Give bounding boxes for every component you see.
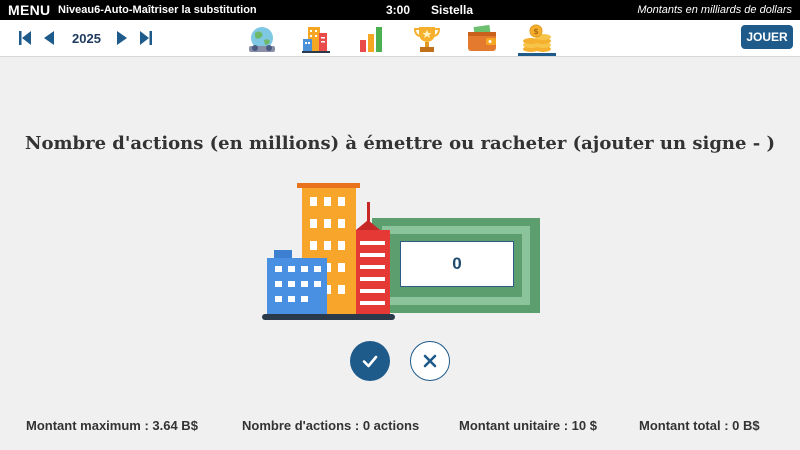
shares-input[interactable]: 0	[400, 241, 514, 287]
year-navigation: 2025	[16, 28, 155, 48]
nav-trophy[interactable]	[408, 22, 446, 55]
level-title: Niveau6-Auto-Maîtriser la substitution	[58, 4, 257, 16]
timer: 3:00	[386, 3, 411, 17]
skip-forward-icon	[139, 31, 152, 45]
confirm-button[interactable]	[350, 341, 390, 381]
coins-icon: $	[523, 24, 551, 52]
next-year-button[interactable]	[113, 28, 131, 48]
share-count-label: Nombre d'actions : 0 actions	[242, 418, 420, 433]
nav-wallet[interactable]	[463, 22, 501, 55]
last-year-button[interactable]	[137, 28, 155, 48]
units-note: Montants en milliards de dollars	[637, 4, 792, 16]
top-bar: MENU Niveau6-Auto-Maîtriser la substitut…	[0, 0, 800, 20]
checkmark-icon	[362, 355, 378, 368]
total-amount-label: Montant total : 0 B$	[639, 418, 760, 433]
arrow-left-icon	[44, 31, 54, 45]
previous-year-button[interactable]	[40, 28, 58, 48]
bar-chart-icon	[360, 26, 382, 52]
max-amount-label: Montant maximum : 3.64 B$	[26, 418, 198, 433]
nav-buildings[interactable]	[298, 22, 336, 55]
unit-amount-label: Montant unitaire : 10 $	[459, 418, 597, 433]
close-icon	[423, 354, 437, 368]
page-title: Nombre d'actions (en millions) à émettre…	[25, 133, 775, 154]
globe-icon	[249, 26, 275, 52]
toolbar: 2025 $ JOUER	[0, 20, 800, 57]
nav-globe[interactable]	[243, 22, 281, 55]
trophy-icon	[413, 26, 441, 52]
nav-coins[interactable]: $	[518, 22, 556, 56]
arrow-right-icon	[116, 31, 127, 45]
play-button[interactable]: JOUER	[741, 25, 793, 49]
wallet-icon	[468, 24, 496, 51]
company-name: Sistella	[431, 3, 474, 17]
svg-text:$: $	[533, 27, 539, 36]
skip-back-icon	[19, 31, 31, 45]
nav-chart[interactable]	[352, 22, 390, 55]
cancel-button[interactable]	[410, 341, 450, 381]
first-year-button[interactable]	[16, 28, 34, 48]
buildings-icon	[302, 26, 330, 53]
menu-button[interactable]: MENU	[8, 2, 50, 18]
current-year: 2025	[72, 30, 101, 46]
